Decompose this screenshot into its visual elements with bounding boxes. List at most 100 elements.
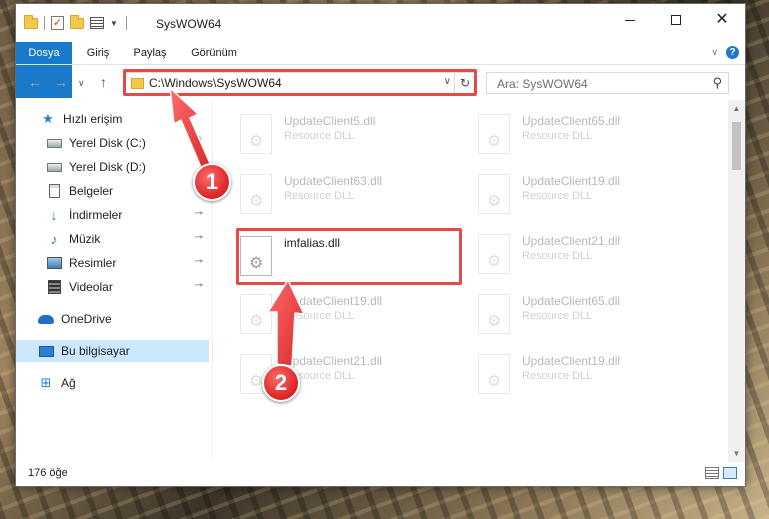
folder-icon: [24, 14, 38, 29]
navigation-bar: ← → ∨ ↑ C:\Windows\SysWOW64 ∨ ↻ Ara: Sys…: [16, 68, 745, 98]
file-explorer-window: ✓ ▼ SysWOW64 ✕ Dosya Giriş Paylaş Görünü…: [15, 3, 746, 487]
sidebar-item-label: Belgeler: [69, 184, 114, 198]
file-item[interactable]: UpdateClient19.dll Resource DLL: [474, 168, 694, 224]
scroll-thumb[interactable]: [732, 122, 741, 170]
ribbon-divider: [16, 64, 745, 65]
sidebar-item-indirmeler[interactable]: ↓ İndirmeler ⊸: [16, 204, 209, 226]
sidebar-item-label: Yerel Disk (D:): [69, 160, 146, 174]
dll-file-icon: [478, 114, 510, 154]
sidebar-item-label: OneDrive: [61, 312, 112, 326]
file-item[interactable]: UpdateClient19.dll Resource DLL: [474, 348, 694, 404]
address-highlight-box: [123, 69, 477, 96]
tab-gorunum[interactable]: Görünüm: [184, 42, 244, 64]
tab-giris[interactable]: Giriş: [78, 42, 118, 64]
pin-icon[interactable]: ⊸: [195, 256, 203, 267]
forward-arrow-icon[interactable]: →: [54, 74, 68, 90]
close-icon: ✕: [715, 11, 729, 28]
sidebar-item-label: Müzik: [69, 232, 101, 246]
properties-icon[interactable]: [90, 17, 104, 29]
maximize-icon: [671, 15, 681, 25]
sidebar-item-yerel-disk-c[interactable]: Yerel Disk (C:) 📌︎: [16, 132, 209, 154]
details-view-icon[interactable]: [705, 467, 719, 479]
toolbar-separator: [44, 16, 45, 30]
file-name: UpdateClient65.dll: [522, 114, 621, 128]
close-button[interactable]: ✕: [699, 4, 745, 36]
pane-divider: [212, 100, 213, 460]
sidebar-item-label: Hızlı erişim: [63, 112, 123, 126]
disk-icon: [46, 162, 62, 172]
file-type: Resource DLL: [522, 250, 593, 262]
sidebar-item-label: Resimler: [69, 256, 117, 270]
new-folder-icon[interactable]: [70, 14, 84, 29]
minimize-icon: [625, 19, 635, 21]
file-type: Resource DLL: [522, 370, 593, 382]
vertical-scrollbar[interactable]: ▲ ▼: [728, 100, 745, 462]
sidebar-item-muzik[interactable]: ♪ Müzik ⊸: [16, 228, 209, 250]
star-icon: ★: [42, 111, 54, 126]
pin-icon[interactable]: ⊸: [195, 280, 203, 291]
title-separator: [125, 16, 127, 30]
status-bar: 176 öğe: [16, 462, 745, 486]
large-icons-view-icon[interactable]: [723, 467, 737, 479]
search-placeholder: Ara: SysWOW64: [497, 77, 588, 91]
expand-ribbon-chevron-icon[interactable]: ∨: [711, 47, 718, 58]
maximize-button[interactable]: [653, 4, 699, 36]
window-title: SysWOW64: [156, 17, 222, 31]
navigation-pane: ★ Hızlı erişim Yerel Disk (C:) 📌︎ Yerel …: [16, 104, 211, 459]
video-icon: [47, 280, 61, 294]
minimize-button[interactable]: [607, 4, 653, 36]
file-type: Resource DLL: [284, 190, 355, 202]
up-arrow-icon[interactable]: ↑: [100, 74, 107, 90]
file-item[interactable]: UpdateClient63.dll Resource DLL: [236, 168, 456, 224]
file-name: UpdateClient19.dll: [522, 354, 621, 368]
file-item[interactable]: UpdateClient19.dll Resource DLL: [236, 288, 456, 344]
recent-locations-chevron-icon[interactable]: ∨: [78, 78, 85, 89]
file-name: UpdateClient65.dll: [522, 294, 621, 308]
music-icon: ♪: [50, 231, 58, 247]
file-type: Resource DLL: [522, 190, 593, 202]
sidebar-item-onedrive[interactable]: OneDrive: [16, 308, 209, 330]
sidebar-item-hizli-erisim[interactable]: ★ Hızlı erişim: [16, 108, 209, 130]
scroll-up-icon[interactable]: ▲: [728, 100, 745, 117]
file-item[interactable]: UpdateClient65.dll Resource DLL: [474, 288, 694, 344]
file-item[interactable]: UpdateClient5.dll Resource DLL: [236, 108, 456, 164]
sidebar-item-yerel-disk-d[interactable]: Yerel Disk (D:): [16, 156, 209, 178]
help-icon[interactable]: ?: [726, 46, 739, 59]
network-icon: ⊞: [40, 375, 52, 390]
sidebar-item-resimler[interactable]: Resimler ⊸: [16, 252, 209, 274]
sidebar-item-belgeler[interactable]: Belgeler ⊸: [16, 180, 209, 202]
file-type: Resource DLL: [522, 310, 593, 322]
pin-icon[interactable]: ⊸: [195, 232, 203, 243]
sidebar-item-videolar[interactable]: Videolar ⊸: [16, 276, 209, 298]
window-controls: ✕: [607, 4, 745, 36]
properties-check-icon[interactable]: ✓: [51, 16, 64, 30]
search-box[interactable]: Ara: SysWOW64 ⚲: [486, 72, 729, 94]
file-name: UpdateClient19.dll: [284, 294, 383, 308]
document-icon: [48, 184, 60, 198]
dll-file-icon: [478, 354, 510, 394]
tab-paylas[interactable]: Paylaş: [128, 42, 172, 64]
dll-file-icon: [478, 174, 510, 214]
file-highlight-box: [236, 228, 462, 285]
back-arrow-icon[interactable]: ←: [28, 74, 42, 90]
sidebar-item-label: Yerel Disk (C:): [69, 136, 146, 150]
dll-file-icon: [240, 114, 272, 154]
sidebar-item-label: İndirmeler: [69, 208, 123, 222]
customize-toolbar-caret-icon[interactable]: ▼: [110, 19, 118, 28]
scroll-down-icon[interactable]: ▼: [728, 445, 745, 462]
pin-icon[interactable]: ⊸: [195, 208, 203, 219]
dll-file-icon: [240, 174, 272, 214]
file-type: Resource DLL: [284, 310, 355, 322]
sidebar-item-ag[interactable]: ⊞ Ağ: [16, 372, 209, 394]
file-item[interactable]: UpdateClient65.dll Resource DLL: [474, 108, 694, 164]
step-badge-2: 2: [262, 364, 300, 402]
file-item[interactable]: UpdateClient21.dll Resource DLL: [474, 228, 694, 284]
dll-file-icon: [478, 294, 510, 334]
pin-icon[interactable]: 📌︎: [190, 136, 203, 147]
file-type: Resource DLL: [284, 130, 355, 142]
sidebar-item-bu-bilgisayar[interactable]: Bu bilgisayar: [16, 340, 209, 362]
ribbon-right-controls: ∨ ?: [711, 46, 739, 59]
pictures-icon: [46, 257, 62, 269]
file-name: UpdateClient21.dll: [522, 234, 621, 248]
dll-file-icon: [240, 294, 272, 334]
